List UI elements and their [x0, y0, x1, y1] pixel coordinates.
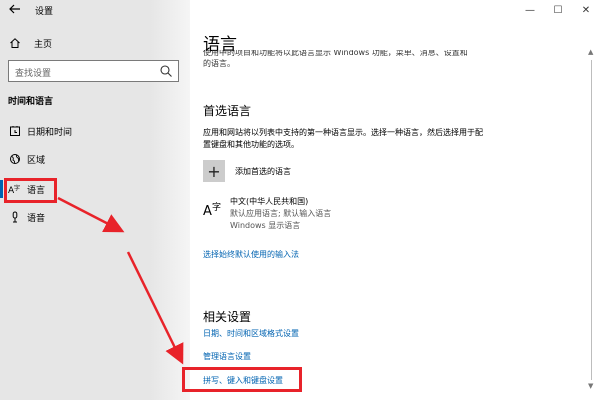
scroll-down-arrow-icon[interactable]: ▼ — [588, 382, 593, 390]
clipped-line-2: 的语言。 — [203, 59, 235, 68]
add-language-button[interactable]: + 添加首选的语言 — [203, 158, 291, 184]
related-settings-heading: 相关设置 — [203, 310, 252, 324]
svg-text:字: 字 — [212, 201, 221, 213]
close-button[interactable]: ✕ — [572, 0, 600, 20]
language-icon: A 字 — [203, 198, 225, 220]
window-controls: — ☐ ✕ — [516, 0, 600, 20]
highlight-box-language — [4, 178, 57, 203]
clipped-description: 使用中的项目和功能将以此语言显示 Windows 功能，菜单、消息、设置和帮助主… — [203, 50, 468, 69]
minimize-button[interactable]: — — [516, 0, 544, 20]
highlight-box-keyboard-settings — [182, 367, 302, 392]
sidebar-item-date-time[interactable]: 日期和时间 — [0, 118, 190, 144]
manage-language-settings-link[interactable]: 管理语言设置 — [203, 351, 251, 362]
default-input-method-link[interactable]: 选择始终默认使用的输入法 — [203, 249, 299, 260]
scroll-up-arrow-icon[interactable]: ▲ — [588, 48, 593, 56]
sidebar-item-region[interactable]: 区域 — [0, 146, 190, 172]
search-icon[interactable] — [158, 63, 174, 79]
clipped-line-1: 使用中的项目和功能将以此语言显示 Windows 功能，菜单、消息、设置和帮助主… — [203, 50, 468, 57]
sidebar-item-label: 日期和时间 — [27, 127, 73, 138]
microphone-icon — [8, 210, 22, 224]
language-name: 中文(中华人民共和国) — [230, 197, 309, 206]
add-language-label: 添加首选的语言 — [235, 166, 291, 176]
preferred-languages-heading: 首选语言 — [203, 104, 252, 118]
sidebar-item-label: 语音 — [27, 213, 46, 224]
plus-icon: + — [203, 160, 225, 182]
language-features-line-1: 默认应用语言; 默认输入语言 — [230, 209, 332, 218]
scrollbar[interactable]: ▲ ▼ — [588, 48, 594, 390]
home-label: 主页 — [34, 39, 53, 50]
home-icon — [8, 36, 22, 50]
search-box[interactable] — [8, 60, 179, 84]
svg-text:A: A — [203, 204, 212, 219]
clock-icon — [8, 124, 22, 138]
maximize-button[interactable]: ☐ — [544, 0, 572, 20]
sidebar-item-label: 区域 — [27, 155, 46, 166]
preferred-languages-description: 应用和网站将以列表中支持的第一种语言显示。选择一种语言，然后选择用于配置键盘和其… — [203, 128, 483, 149]
globe-icon — [8, 152, 22, 166]
selection-indicator — [0, 180, 3, 198]
app-title: 设置 — [35, 7, 54, 17]
sidebar-item-speech[interactable]: 语音 — [0, 204, 190, 230]
scrollbar-thumb[interactable] — [591, 60, 592, 380]
language-features-line-2: Windows 显示语言 — [230, 221, 301, 230]
search-input[interactable] — [9, 64, 154, 84]
back-button[interactable] — [8, 2, 24, 18]
date-time-region-formatting-link[interactable]: 日期、时间和区域格式设置 — [203, 328, 299, 339]
section-title: 时间和语言 — [8, 97, 54, 107]
home-nav-item[interactable]: 主页 — [8, 36, 52, 50]
arrow-left-icon — [9, 4, 20, 14]
